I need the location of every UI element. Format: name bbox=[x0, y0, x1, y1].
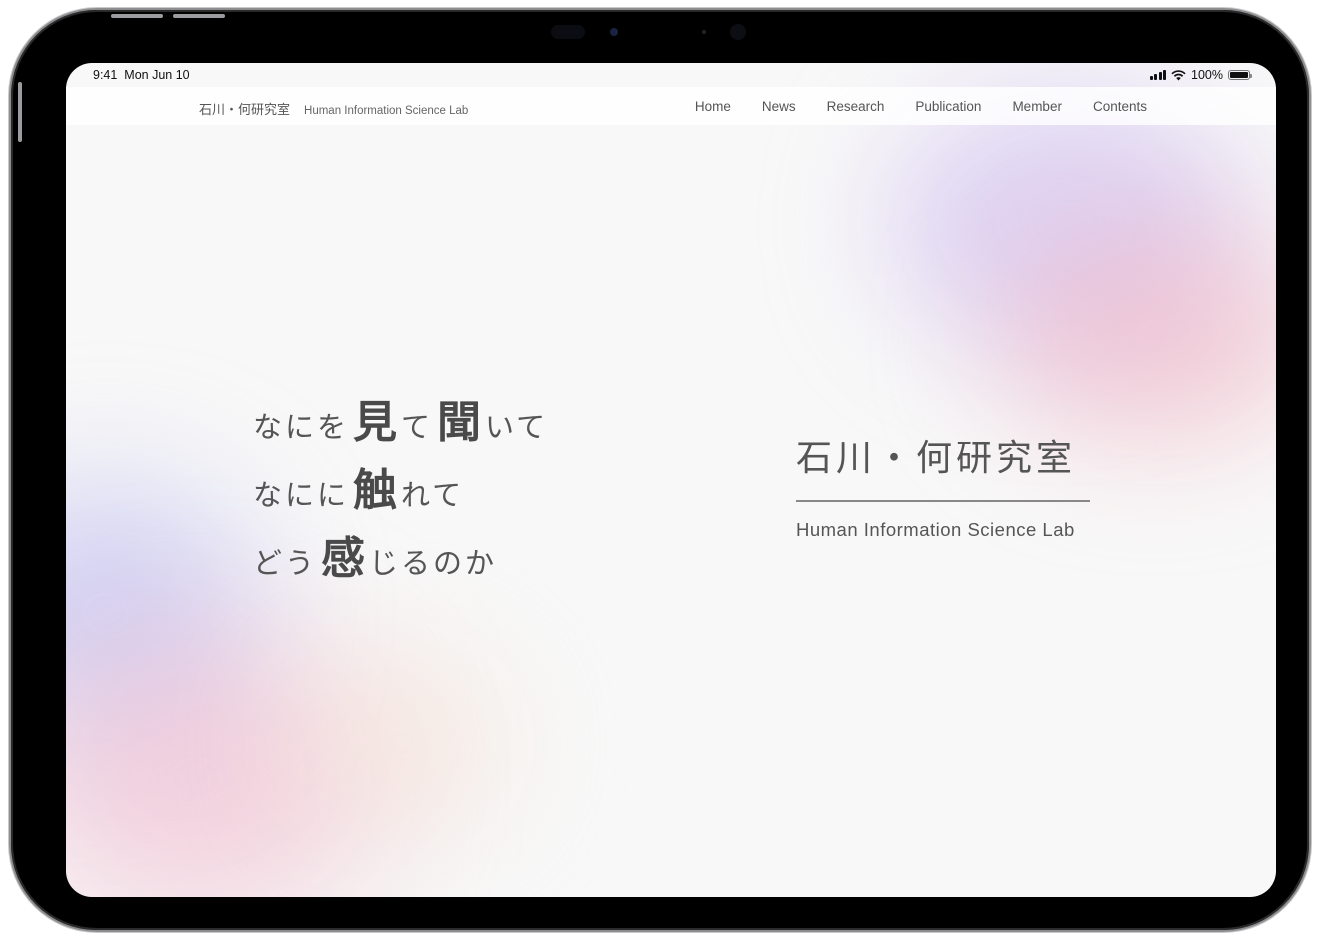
status-time: 9:41 Mon Jun 10 bbox=[93, 68, 190, 82]
title-divider bbox=[796, 500, 1090, 502]
volume-button bbox=[111, 14, 163, 18]
nav-home[interactable]: Home bbox=[695, 99, 731, 114]
clock: 9:41 bbox=[93, 68, 118, 82]
gradient-blob-peach bbox=[286, 643, 516, 843]
site-brand[interactable]: 石川・何研究室 Human Information Science Lab bbox=[199, 99, 468, 118]
tagline-emphasis: 見 bbox=[353, 397, 398, 448]
cellular-signal-icon bbox=[1149, 70, 1167, 80]
main-nav: Home News Research Publication Member Co… bbox=[695, 99, 1147, 114]
nav-publication[interactable]: Publication bbox=[915, 99, 981, 114]
date: Mon Jun 10 bbox=[124, 68, 190, 82]
tagline-line-2: なにに触 れて bbox=[253, 454, 548, 522]
nav-contents[interactable]: Contents bbox=[1093, 99, 1147, 114]
proximity-sensor bbox=[730, 24, 746, 40]
status-bar: 9:41 Mon Jun 10 100% bbox=[66, 63, 1276, 87]
tagline-text: どう bbox=[253, 546, 318, 580]
tagline-text: れて bbox=[401, 478, 465, 512]
volume-button bbox=[173, 14, 225, 18]
nav-member[interactable]: Member bbox=[1012, 99, 1062, 114]
nav-research[interactable]: Research bbox=[827, 99, 885, 114]
tagline-text: いて bbox=[485, 410, 549, 444]
tagline-text: て bbox=[401, 410, 434, 444]
front-camera bbox=[610, 28, 618, 36]
tagline-line-1: なにを見 て聞 いて bbox=[253, 386, 548, 454]
brand-jp: 石川・何研究室 bbox=[199, 103, 291, 118]
wifi-icon bbox=[1171, 69, 1186, 80]
nav-news[interactable]: News bbox=[762, 99, 796, 114]
lab-title-block: 石川・何研究室 Human Information Science Lab bbox=[796, 429, 1090, 541]
tagline-emphasis: 感 bbox=[321, 533, 366, 584]
ambient-sensor bbox=[702, 30, 706, 34]
tagline-emphasis: 聞 bbox=[437, 397, 482, 448]
tagline-emphasis: 触 bbox=[353, 465, 398, 516]
power-button bbox=[18, 82, 22, 142]
tagline-text: なにを bbox=[253, 410, 350, 444]
site-header: 石川・何研究室 Human Information Science Lab Hom… bbox=[66, 87, 1276, 125]
hero-tagline: なにを見 て聞 いて なにに触 れて どう感 じるのか bbox=[253, 386, 548, 590]
lab-title-jp: 石川・何研究室 bbox=[796, 438, 1077, 479]
battery-icon bbox=[1228, 70, 1252, 80]
tagline-text: なにに bbox=[253, 478, 350, 512]
screen: 9:41 Mon Jun 10 100% 石川・何研究室 Human Inform… bbox=[66, 63, 1276, 897]
brand-en: Human Information Science Lab bbox=[304, 105, 469, 117]
tablet-frame: 9:41 Mon Jun 10 100% 石川・何研究室 Human Inform… bbox=[11, 10, 1309, 930]
camera-sensor bbox=[551, 25, 585, 39]
battery-percent: 100% bbox=[1191, 68, 1223, 82]
tagline-line-3: どう感 じるのか bbox=[253, 522, 548, 590]
tagline-text: じるのか bbox=[369, 546, 498, 580]
lab-title-en: Human Information Science Lab bbox=[796, 519, 1075, 540]
status-right: 100% bbox=[1149, 68, 1252, 82]
